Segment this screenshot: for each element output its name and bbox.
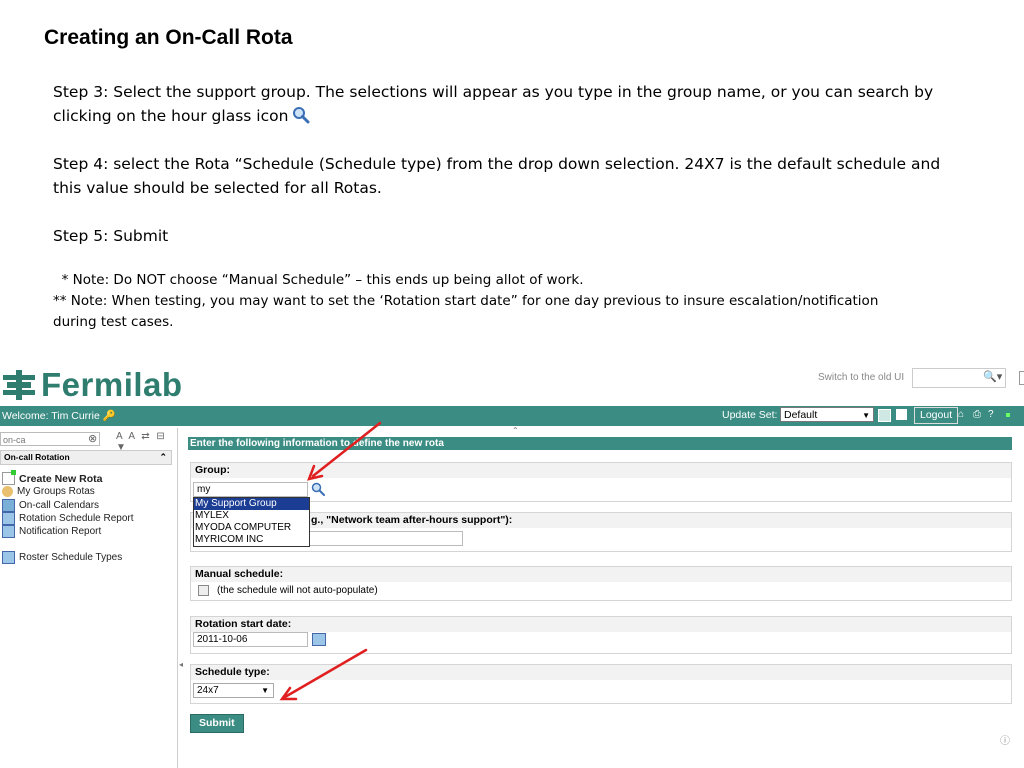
manual-schedule-checkbox[interactable]: [198, 585, 209, 596]
note-2: ** Note: When testing, you may want to s…: [53, 293, 879, 330]
group-autocomplete-list: My Support Group MYLEX MYODA COMPUTER MY…: [193, 497, 310, 547]
calendar-icon: [2, 499, 15, 512]
fermilab-logo-icon: [3, 370, 35, 400]
collapse-header-icon[interactable]: ⌃: [512, 426, 519, 435]
step4-text: Step 4: select the Rota “Schedule (Sched…: [53, 155, 941, 197]
nav-item-label: Notification Report: [19, 526, 102, 537]
nav-section-oncall[interactable]: On-call Rotation ⌃: [0, 450, 172, 465]
start-date-label: Rotation start date:: [191, 617, 1011, 632]
nav-item-label: My Groups Rotas: [17, 486, 95, 497]
nav-item-notification-report[interactable]: Notification Report: [2, 525, 101, 538]
calendar-picker-icon[interactable]: [312, 633, 326, 646]
header-bar: Welcome: Tim Currie 🔑 Update Set: Defaul…: [0, 406, 1024, 426]
group-input[interactable]: my: [193, 482, 308, 497]
welcome-label: Welcome: Tim Currie: [2, 410, 100, 422]
search-dropdown-icon[interactable]: 🔍▾: [983, 370, 1002, 383]
group-icon: [2, 486, 13, 497]
nav-item-label: Create New Rota: [19, 472, 103, 485]
magnifier-icon: [292, 106, 310, 131]
nav-item-label: On-call Calendars: [19, 500, 100, 511]
checkbox-icon[interactable]: [1019, 371, 1024, 385]
nav-item-create-rota[interactable]: Create New Rota: [2, 470, 103, 485]
submit-button[interactable]: Submit: [190, 714, 244, 733]
autocomplete-option[interactable]: MYLEX: [194, 510, 309, 522]
left-navigation: on-ca ⊗ A A ⇄ ⊟ ▼ On-call Rotation ⌃ Crea…: [0, 428, 178, 768]
schedule-type-select[interactable]: 24x7 ▼: [193, 683, 274, 698]
autocomplete-option[interactable]: MYODA COMPUTER: [194, 522, 309, 534]
rota-name-input[interactable]: [308, 531, 463, 546]
print-icon[interactable]: ⎙: [973, 409, 984, 420]
schedule-type-value: 24x7: [197, 685, 219, 696]
slide-title: Creating an On-Call Rota: [44, 26, 293, 49]
nav-item-label: Roster Schedule Types: [19, 552, 123, 563]
search-icon[interactable]: [311, 482, 325, 501]
step3-text: Step 3: Select the support group. The se…: [53, 80, 953, 131]
switch-ui-link[interactable]: Switch to the old UI: [818, 372, 904, 383]
update-set-label: Update Set:: [722, 409, 778, 421]
form-header: Enter the following information to defin…: [188, 437, 1012, 450]
manual-schedule-label: Manual schedule:: [191, 567, 1011, 582]
fermilab-logo: Fermilab: [3, 366, 183, 404]
report-icon: [2, 551, 15, 564]
nav-filter-input[interactable]: on-ca: [0, 432, 100, 446]
window-icon[interactable]: [896, 409, 907, 420]
manual-schedule-desc: (the schedule will not auto-populate): [217, 585, 378, 596]
schedule-type-field: Schedule type:: [190, 664, 1012, 704]
nav-item-my-groups[interactable]: My Groups Rotas: [2, 486, 95, 497]
grid-icon[interactable]: [878, 409, 891, 422]
logout-button[interactable]: Logout: [914, 407, 959, 424]
update-set-select[interactable]: Default ▼: [780, 407, 874, 422]
welcome-text: Welcome: Tim Currie 🔑: [2, 409, 116, 422]
nav-item-calendars[interactable]: On-call Calendars: [2, 499, 99, 512]
nav-section-label: On-call Rotation: [4, 452, 70, 462]
nav-item-schedule-report[interactable]: Rotation Schedule Report: [2, 512, 134, 525]
rota-name-label: g., "Network team after-hours support"):: [191, 513, 1011, 528]
group-label: Group:: [191, 463, 1011, 478]
collapse-icon[interactable]: ⌃: [159, 451, 167, 464]
info-icon[interactable]: ⓘ: [1000, 732, 1010, 747]
chevron-down-icon: ▼: [862, 411, 870, 420]
step5-text: Step 5: Submit: [53, 227, 169, 245]
report-icon: [2, 512, 15, 525]
report-icon: [2, 525, 15, 538]
autocomplete-option[interactable]: My Support Group: [194, 498, 309, 510]
update-set-value: Default: [784, 409, 818, 421]
nav-item-roster-types[interactable]: Roster Schedule Types: [2, 551, 122, 564]
clear-filter-icon[interactable]: ⊗: [88, 432, 97, 445]
autocomplete-option[interactable]: MYRICOM INC: [194, 534, 309, 546]
app-screenshot: Fermilab Switch to the old UI 🔍▾ Welcome…: [0, 358, 1024, 768]
step3-label: Step 3: Select the support group. The se…: [53, 83, 934, 125]
home-icon[interactable]: ⌂: [958, 409, 969, 420]
nav-item-label: Rotation Schedule Report: [19, 513, 134, 524]
logo-text: Fermilab: [41, 366, 183, 403]
schedule-type-label: Schedule type:: [191, 665, 1011, 680]
start-date-input[interactable]: 2011-10-06: [193, 632, 308, 647]
status-dot-icon: [1006, 413, 1010, 417]
key-icon[interactable]: 🔑: [103, 410, 116, 422]
note-1: * Note: Do NOT choose “Manual Schedule” …: [53, 272, 584, 288]
collapse-nav-icon[interactable]: ◂: [179, 660, 183, 669]
help-icon[interactable]: ?: [988, 409, 999, 420]
chevron-down-icon: ▼: [261, 686, 269, 695]
manual-schedule-field: Manual schedule: (the schedule will not …: [190, 566, 1012, 601]
new-document-icon: [2, 470, 16, 485]
